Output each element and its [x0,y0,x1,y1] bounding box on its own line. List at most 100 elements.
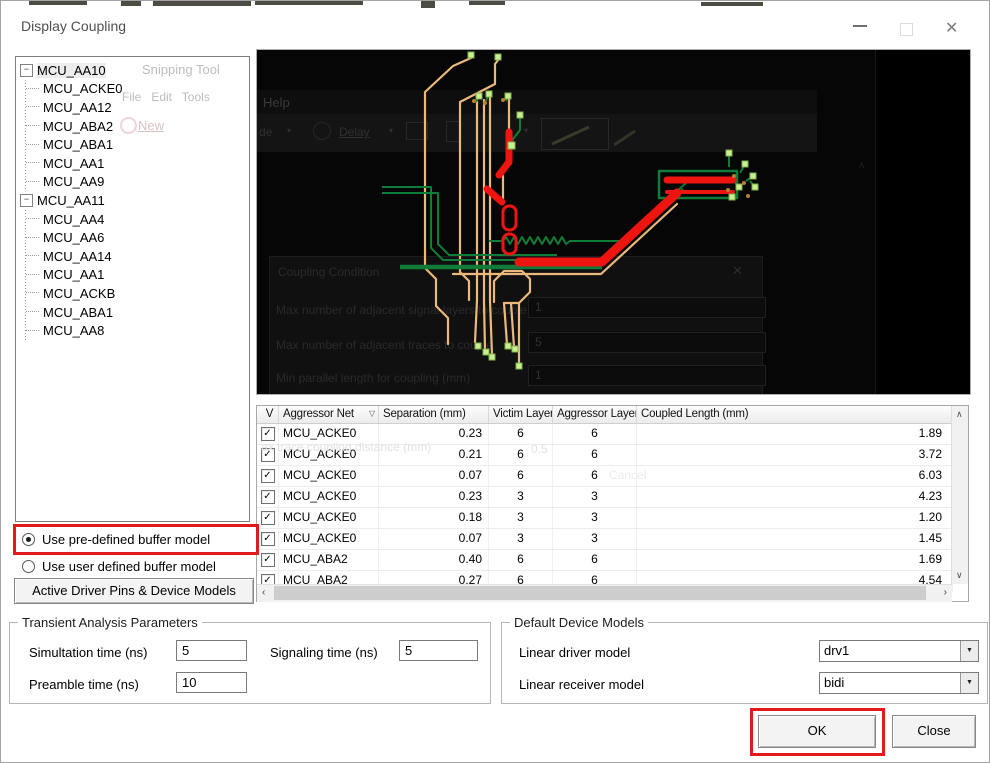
preamble-time-input[interactable] [176,672,247,693]
tan-traces [423,56,679,366]
aggressor-net-cell: MCU_ACKE0 [279,529,379,549]
scroll-left-icon[interactable]: ‹ [262,587,265,598]
row-checkbox[interactable]: ✓ [260,511,275,525]
separation-cell: 0.07 [379,466,489,486]
column-header[interactable]: Victim Layer [489,406,553,423]
column-header[interactable]: Aggressor Net ▽ [279,406,379,423]
tree-node-child[interactable]: MCU_AA4 [20,210,247,229]
radio-label: Use user defined buffer model [42,559,216,574]
scrollbar-thumb[interactable] [274,586,926,600]
tree-node-root[interactable]: − MCU_AA10 [20,61,247,80]
linear-receiver-model-combo[interactable]: bidi ▼ [819,672,979,694]
tree-children: MCU_ACKE0 MCU_AA12 MCU_ABA2 MCU_ABA1 MCU_AA1… [20,79,247,192]
row-checkbox[interactable]: ✓ [260,427,275,441]
tree-node-label: MCU_ABA2 [43,118,114,134]
simulation-time-input[interactable] [176,640,247,661]
table-row[interactable]: ✓ MCU_ACKE0 0.07 3 3 1.45 [257,529,953,550]
tree-node-label: MCU_AA12 [43,99,112,115]
tree-node-child[interactable]: MCU_ABA1 [20,135,247,154]
row-checkbox[interactable]: ✓ [260,532,275,546]
edge-artifact [469,1,505,5]
edge-artifact [421,1,435,8]
radio-label: Use pre-defined buffer model [42,532,211,547]
ghost-cancel-button: Cancel [609,468,647,482]
collapse-icon[interactable]: − [20,63,33,77]
table-row[interactable]: ✓ MCU_ACKE0 0.18 3 3 1.20 [257,508,953,529]
checkbox-cell: ✓ [257,508,279,528]
column-header[interactable]: Coupled Length (mm) [637,406,953,423]
row-checkbox[interactable]: ✓ [260,553,275,567]
linear-driver-model-combo[interactable]: drv1 ▼ [819,640,979,662]
simulation-time-label: Simultation time (ns) [29,645,148,660]
ok-button[interactable]: OK [758,715,876,748]
tree-node-child[interactable]: MCU_ACKE0 [20,80,247,99]
column-header[interactable]: V [257,406,279,423]
separation-cell: 0.23 [379,487,489,507]
radio-user-defined-buffer-model[interactable]: Use user defined buffer model [22,559,216,574]
row-checkbox[interactable]: ✓ [260,469,275,483]
pcb-layout-viewport[interactable]: Help de ▾ Delay ▾ ▾ ∧ Coupling Condition… [256,49,971,395]
radio-predefined-buffer-model[interactable]: Use pre-defined buffer model [22,532,210,547]
tree-node-child[interactable]: MCU_ABA1 [20,303,247,322]
maximize-icon[interactable] [900,23,913,36]
preamble-time-label: Preamble time (ns) [29,677,139,692]
minimize-icon[interactable] [853,25,867,27]
active-driver-pins-button[interactable]: Active Driver Pins & Device Models [14,578,254,604]
radio-icon[interactable] [22,560,35,573]
edge-artifact [255,1,363,5]
scroll-down-icon[interactable]: ∨ [956,570,963,581]
aggressor-layer-cell: 6 [553,424,637,444]
tree-node-child[interactable]: MCU_AA12 [20,98,247,117]
tree-node-child[interactable]: MCU_AA9 [20,173,247,192]
tree-node-label: MCU_AA1 [43,155,105,171]
tree-node-label: MCU_AA9 [43,174,105,190]
tree-node-label: MCU_ABA1 [43,137,114,153]
collapse-icon[interactable]: − [20,193,33,207]
signaling-time-input[interactable] [399,640,478,661]
radio-icon[interactable] [22,533,35,546]
coupled-length-cell: 4.23 [637,487,953,507]
tree-node-child[interactable]: MCU_AA1 [20,154,247,173]
vertical-scrollbar[interactable]: ∧ ∨ [951,406,968,584]
edge-artifact [121,1,141,6]
tree-node-label: MCU_ACKB [43,285,116,301]
close-icon[interactable]: ✕ [945,18,958,38]
chevron-down-icon[interactable]: ▼ [960,673,978,693]
sort-icon[interactable]: ▽ [369,409,375,418]
column-header[interactable]: Separation (mm) [379,406,489,423]
net-tree-panel[interactable]: Snipping Tool File Edit Tools New −MCU_A… [15,56,250,522]
tree-node-root[interactable]: − MCU_AA11 [20,191,247,210]
window-title: Display Coupling [21,18,127,34]
tree-node-child[interactable]: MCU_ABA2 [20,117,247,136]
aggressor-net-cell: MCU_ACKE0 [279,466,379,486]
tree-node-label: MCU_AA4 [43,211,105,227]
checkbox-cell: ✓ [257,466,279,486]
aggressor-net-cell: MCU_ACKE0 [279,508,379,528]
scroll-right-icon[interactable]: › [944,587,947,598]
group-title: Transient Analysis Parameters [18,615,202,630]
tree-node-child[interactable]: MCU_ACKB [20,284,247,303]
tree-node-child[interactable]: MCU_AA8 [20,321,247,340]
checkbox-cell: ✓ [257,487,279,507]
column-header[interactable]: Aggressor Layer [553,406,637,423]
tree-node-label: MCU_AA14 [43,248,112,264]
coupling-table: V Aggressor Net ▽ Separation (mm) Victim Lay… [256,405,969,602]
table-row[interactable]: ✓ MCU_ABA2 0.40 6 6 1.69 [257,550,953,571]
table-row[interactable]: ✓ MCU_ACKE0 0.07 6 6 6.03 [257,466,953,487]
close-button[interactable]: Close [892,715,976,748]
tree-node-child[interactable]: MCU_AA1 [20,266,247,285]
chevron-down-icon[interactable]: ▼ [960,641,978,661]
aggressor-net-cell: MCU_ABA2 [279,550,379,570]
table-row[interactable]: ✓ MCU_ACKE0 0.23 3 3 4.23 [257,487,953,508]
tree-node-child[interactable]: MCU_AA14 [20,247,247,266]
tree-items: − MCU_AA10 MCU_ACKE0 MCU_AA12 MCU_ABA2 MCU_AB… [20,61,247,340]
checkbox-cell: ✓ [257,550,279,570]
coupled-length-cell: 1.69 [637,550,953,570]
row-checkbox[interactable]: ✓ [260,490,275,504]
tree-node-child[interactable]: MCU_AA6 [20,228,247,247]
tree-connector [26,162,39,164]
table-header-row[interactable]: V Aggressor Net ▽ Separation (mm) Victim Lay… [257,406,953,424]
scroll-up-icon[interactable]: ∧ [956,409,963,420]
horizontal-scrollbar[interactable]: ‹ › [257,584,952,602]
tree-node-label: MCU_AA1 [43,267,105,283]
